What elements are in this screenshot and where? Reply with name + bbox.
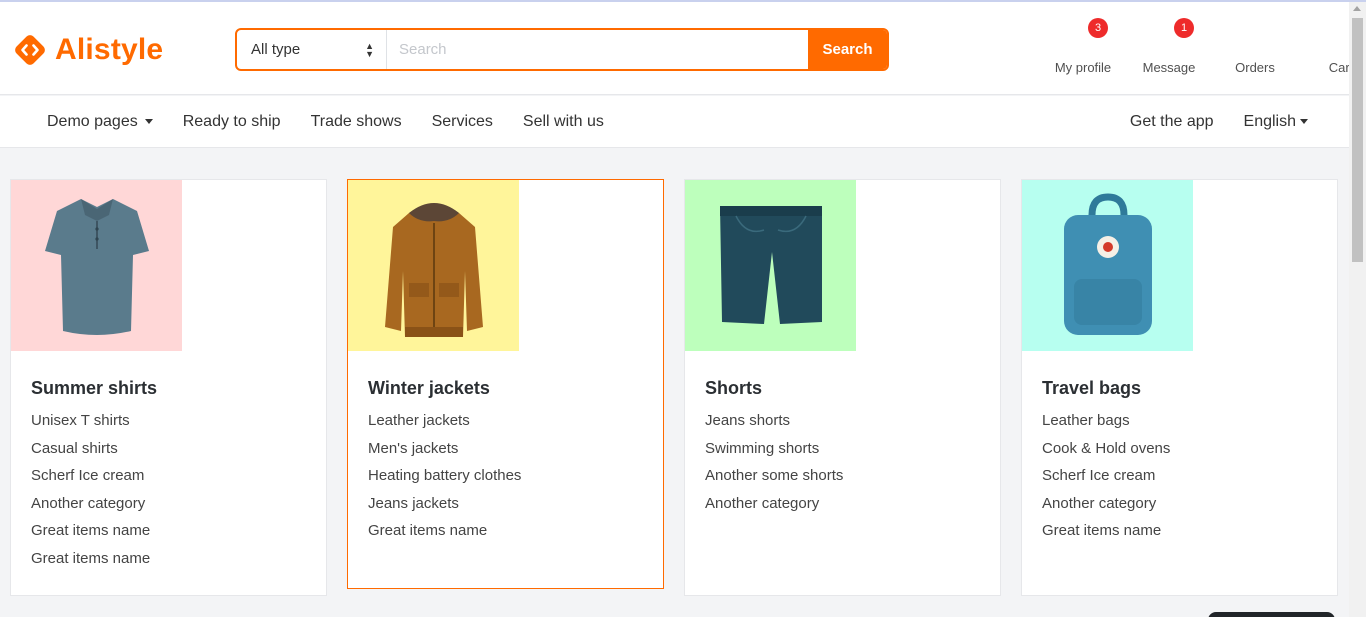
main-navbar: Demo pages Ready to ship Trade shows Ser… [0,96,1349,148]
header-widgets: 3 My profile 1 Message Orders Cart [1040,16,1366,78]
category-card-winter-jackets[interactable]: Winter jackets Leather jackets Men's jac… [347,179,664,589]
nav-sell-with-us[interactable]: Sell with us [508,113,619,131]
brand-logo[interactable]: Alistyle [10,30,163,70]
backpack-image[interactable] [1022,180,1193,351]
card-link[interactable]: Another some shorts [705,467,843,495]
widget-my-profile[interactable]: 3 My profile [1040,16,1126,78]
card-link[interactable]: Great items name [1042,522,1170,550]
card-link[interactable]: Leather jackets [368,412,521,440]
winter-jacket-image[interactable] [348,180,519,351]
widget-label: Orders [1235,60,1275,75]
card-link[interactable]: Casual shirts [31,440,150,468]
card-link[interactable]: Unisex T shirts [31,412,150,440]
nav-label: Ready to ship [182,112,281,130]
category-card-shorts[interactable]: Shorts Jeans shorts Swimming shorts Anot… [684,179,1001,596]
type-select[interactable]: All type ▲ ▼ [237,30,387,69]
search-button[interactable]: Search [808,30,887,69]
nav-label: English [1243,112,1296,130]
widget-label: Message [1142,60,1196,75]
card-title: Shorts [705,378,763,398]
language-select[interactable]: English [1229,113,1323,131]
scrollbar-thumb[interactable] [1352,18,1363,262]
floating-tab[interactable] [1208,612,1335,617]
search-form: All type ▲ ▼ Search [235,28,889,71]
widget-orders[interactable]: Orders [1212,16,1298,78]
nav-label: Services [431,112,493,130]
card-link[interactable]: Men's jackets [368,440,521,468]
nav-label: Trade shows [310,112,402,130]
card-link[interactable]: Jeans shorts [705,412,843,440]
nav-trade-shows[interactable]: Trade shows [296,113,417,131]
select-arrows-icon: ▲ ▼ [365,40,374,59]
category-card-summer-shirts[interactable]: Summer shirts Unisex T shirts Casual shi… [10,179,327,596]
card-link-list: Unisex T shirts Casual shirts Scherf Ice… [31,412,150,577]
nav-label: Sell with us [522,112,604,130]
card-title: Travel bags [1042,378,1142,398]
nav-left: Demo pages Ready to ship Trade shows Ser… [32,96,619,147]
chevron-down-icon [1300,119,1308,124]
vertical-scrollbar[interactable] [1349,2,1366,617]
type-select-value: All type [251,41,301,58]
card-title: Winter jackets [368,378,490,398]
card-link[interactable]: Swimming shorts [705,440,843,468]
category-card-travel-bags[interactable]: Travel bags Leather bags Cook & Hold ove… [1021,179,1338,596]
profile-badge: 3 [1088,18,1108,38]
card-link[interactable]: Another category [1042,495,1170,523]
card-link[interactable]: Great items name [368,522,521,550]
card-link[interactable]: Another category [31,495,150,523]
nav-get-the-app[interactable]: Get the app [1115,113,1229,131]
card-link[interactable]: Great items name [31,522,150,550]
polo-shirt-image[interactable] [11,180,182,351]
nav-demo-pages[interactable]: Demo pages [32,113,168,131]
card-link[interactable]: Leather bags [1042,412,1170,440]
message-badge: 1 [1174,18,1194,38]
brand-name: Alistyle [55,33,164,66]
logo-icon [10,30,50,70]
nav-right: Get the app English [1115,96,1323,147]
card-title: Summer shirts [31,378,158,398]
category-cards: Summer shirts Unisex T shirts Casual shi… [10,179,1338,596]
card-link[interactable]: Cook & Hold ovens [1042,440,1170,468]
denim-shorts-image[interactable] [685,180,856,351]
widget-label: My profile [1054,60,1112,75]
card-link-list: Leather jackets Men's jackets Heating ba… [368,412,521,550]
search-input[interactable] [387,30,808,69]
scroll-up-icon[interactable] [1353,6,1361,11]
nav-ready-to-ship[interactable]: Ready to ship [168,113,296,131]
chevron-down-icon [144,119,153,124]
card-link[interactable]: Great items name [31,550,150,578]
nav-label: Demo pages [47,112,138,130]
nav-label: Get the app [1129,112,1214,130]
site-header: Alistyle All type ▲▼ Search 3 My profile… [0,2,1353,95]
widget-message[interactable]: 1 Message [1126,16,1212,78]
nav-services[interactable]: Services [417,113,508,131]
card-link[interactable]: Heating battery clothes [368,467,521,495]
card-link[interactable]: Another category [705,495,843,523]
card-link-list: Jeans shorts Swimming shorts Another som… [705,412,843,522]
card-link[interactable]: Jeans jackets [368,495,521,523]
card-link[interactable]: Scherf Ice cream [31,467,150,495]
card-link-list: Leather bags Cook & Hold ovens Scherf Ic… [1042,412,1170,550]
card-link[interactable]: Scherf Ice cream [1042,467,1170,495]
